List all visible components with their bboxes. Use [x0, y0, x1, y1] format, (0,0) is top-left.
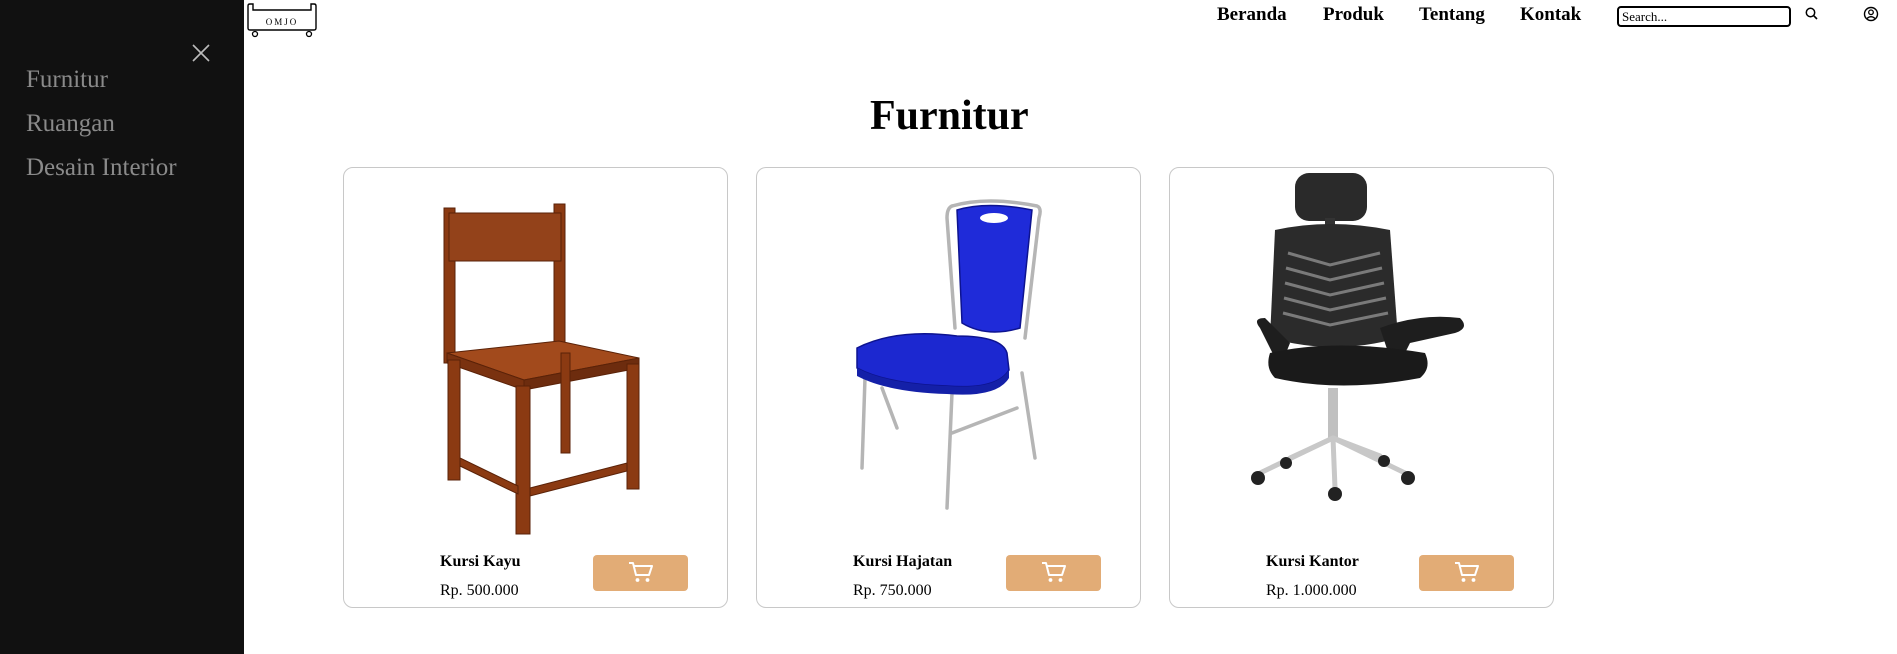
wooden-chair-image — [344, 168, 727, 548]
product-name: Kursi Hajatan — [853, 553, 953, 570]
add-to-cart-button[interactable] — [1006, 555, 1101, 591]
product-price: Rp. 1.000.000 — [1266, 582, 1357, 599]
product-name: Kursi Kayu — [440, 553, 521, 570]
cart-icon — [1453, 560, 1481, 587]
close-icon[interactable] — [190, 42, 212, 64]
logo[interactable]: OMJO — [245, 2, 319, 38]
product-card: Kursi Kantor Rp. 1.000.000 — [1169, 167, 1554, 608]
product-card: Kursi Kayu Rp. 500.000 — [343, 167, 728, 608]
sidebar-item-furnitur[interactable]: Furnitur — [26, 58, 177, 102]
product-card: Kursi Hajatan Rp. 750.000 — [756, 167, 1141, 608]
add-to-cart-button[interactable] — [1419, 555, 1514, 591]
cart-icon — [627, 560, 655, 587]
nav-produk[interactable]: Produk — [1323, 4, 1384, 26]
product-name: Kursi Kantor — [1266, 553, 1359, 570]
user-icon[interactable] — [1862, 5, 1880, 23]
product-price: Rp. 750.000 — [853, 582, 932, 599]
sidebar-item-ruangan[interactable]: Ruangan — [26, 102, 177, 146]
sidebar-nav: Furnitur Ruangan Desain Interior — [26, 58, 177, 190]
office-chair-image — [1170, 168, 1553, 548]
nav-kontak[interactable]: Kontak — [1520, 4, 1581, 26]
nav-tentang[interactable]: Tentang — [1419, 4, 1485, 26]
add-to-cart-button[interactable] — [593, 555, 688, 591]
logo-text: OMJO — [266, 17, 299, 27]
sidebar-item-desain-interior[interactable]: Desain Interior — [26, 146, 177, 190]
nav-beranda[interactable]: Beranda — [1217, 4, 1287, 26]
product-price: Rp. 500.000 — [440, 582, 519, 599]
sidebar: Furnitur Ruangan Desain Interior — [0, 0, 244, 654]
search-input[interactable] — [1617, 6, 1791, 27]
blue-banquet-chair-image — [757, 168, 1140, 548]
cart-icon — [1040, 560, 1068, 587]
page-title-text: Furnitur — [870, 93, 1029, 139]
search-icon[interactable] — [1803, 5, 1821, 23]
